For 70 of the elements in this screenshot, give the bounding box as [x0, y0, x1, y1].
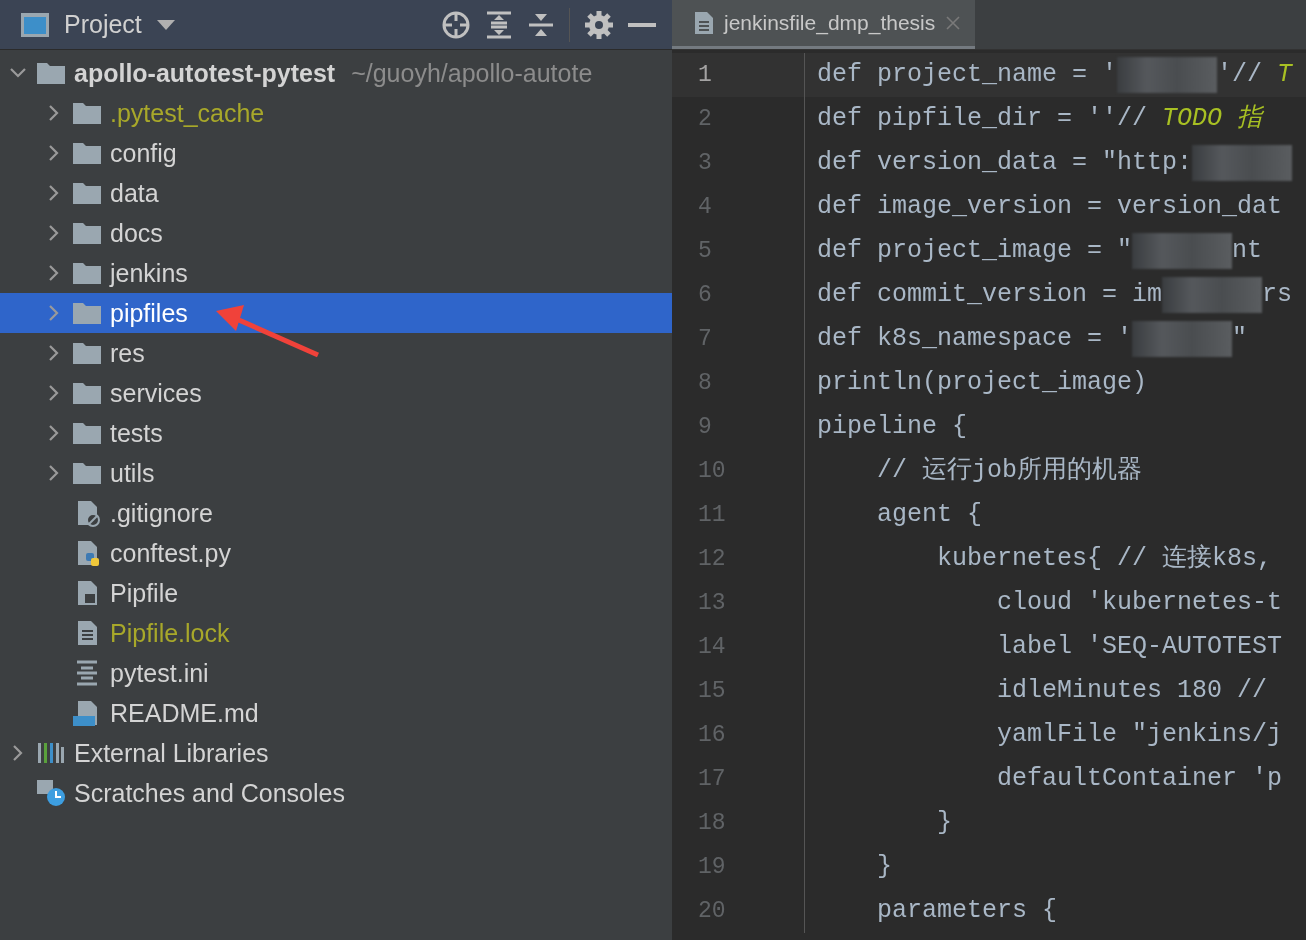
tree-item[interactable]: Pipfile.lock [0, 613, 672, 653]
code-line: yamlFile "jenkins/j [996, 719, 1283, 751]
expand-all-icon[interactable] [485, 9, 513, 40]
tree-item[interactable]: pipfiles [0, 293, 672, 333]
tree-item[interactable]: Pipfile [0, 573, 672, 613]
code-line: def k8s_namespace = ' " [805, 317, 1248, 361]
line-number: 5 [672, 229, 805, 273]
tree-item[interactable]: res [0, 333, 672, 373]
tree-item[interactable]: .pytest_cache [0, 93, 672, 133]
window-icon [20, 10, 50, 39]
tree-item[interactable]: apollo-autotest-pytest ~/guoyh/apollo-autote [0, 53, 672, 93]
code-line: parameters { [876, 895, 1058, 927]
code-line: } [936, 807, 953, 839]
line-number: 9 [672, 405, 805, 449]
line-number: 13 [672, 581, 805, 625]
line-number: 1 [672, 53, 805, 97]
minimize-icon[interactable] [628, 21, 656, 28]
line-number: 7 [672, 317, 805, 361]
scratch-clock-icon [36, 779, 66, 807]
line-number: 16 [672, 713, 805, 757]
editor-tab[interactable]: jenkinsfile_dmp_thesis [672, 0, 976, 49]
line-number: 8 [672, 361, 805, 405]
line-number: 2 [672, 97, 805, 141]
code-line: pipeline { [816, 411, 968, 443]
code-line: def commit_version = im rs [805, 273, 1293, 317]
code-line: def version_data = "http: [805, 141, 1293, 185]
line-number: 12 [672, 537, 805, 581]
tree-item[interactable]: services [0, 373, 672, 413]
file-icon [694, 11, 714, 35]
line-number: 11 [672, 493, 805, 537]
tree-item[interactable]: conftest.py [0, 533, 672, 573]
line-number: 19 [672, 845, 805, 889]
locate-icon[interactable] [441, 9, 471, 40]
code-line: cloud 'kubernetes-t [996, 587, 1283, 619]
code-line: idleMinutes 180 // [996, 675, 1268, 707]
tree-item[interactable]: Scratches and Consoles [0, 773, 672, 813]
code-line: def pipfile_dir = ''// TODO 指 [816, 103, 1263, 135]
tree-item[interactable]: tests [0, 413, 672, 453]
dropdown-caret-icon[interactable] [155, 17, 176, 32]
project-path: ~/guoyh/apollo-autote [351, 58, 593, 88]
line-number: 20 [672, 889, 805, 933]
tree-item[interactable]: config [0, 133, 672, 173]
line-number: 4 [672, 185, 805, 229]
tree-item[interactable]: utils [0, 453, 672, 493]
line-number: 17 [672, 757, 805, 801]
line-number: 14 [672, 625, 805, 669]
code-line: println(project_image) [816, 367, 1148, 399]
code-line: def project_image = " nt [805, 229, 1263, 273]
code-line: } [876, 851, 892, 883]
tree-item[interactable]: pytest.ini [0, 653, 672, 693]
line-number: 15 [672, 669, 805, 713]
settings-icon[interactable] [584, 9, 614, 40]
code-line: defaultContainer 'p [996, 763, 1283, 795]
line-number: 6 [672, 273, 805, 317]
line-number: 18 [672, 801, 805, 845]
panel-title: Project [64, 10, 142, 39]
code-line: def image_version = version_dat [816, 191, 1283, 223]
tree-item[interactable]: docs [0, 213, 672, 253]
code-line: // 运行job所用的机器 [876, 455, 1143, 487]
code-line: agent { [876, 499, 983, 531]
tree-item[interactable]: README.md [0, 693, 672, 733]
line-number: 10 [672, 449, 805, 493]
line-number: 3 [672, 141, 805, 185]
tree-item[interactable]: data [0, 173, 672, 213]
tree-item[interactable]: External Libraries [0, 733, 672, 773]
tree-item[interactable]: .gitignore [0, 493, 672, 533]
code-line: def project_name = ' '// T [805, 53, 1293, 97]
tree-item[interactable]: jenkins [0, 253, 672, 293]
code-line: kubernetes{ // 连接k8s, [936, 543, 1273, 575]
code-line: label 'SEQ-AUTOTEST [996, 631, 1283, 663]
